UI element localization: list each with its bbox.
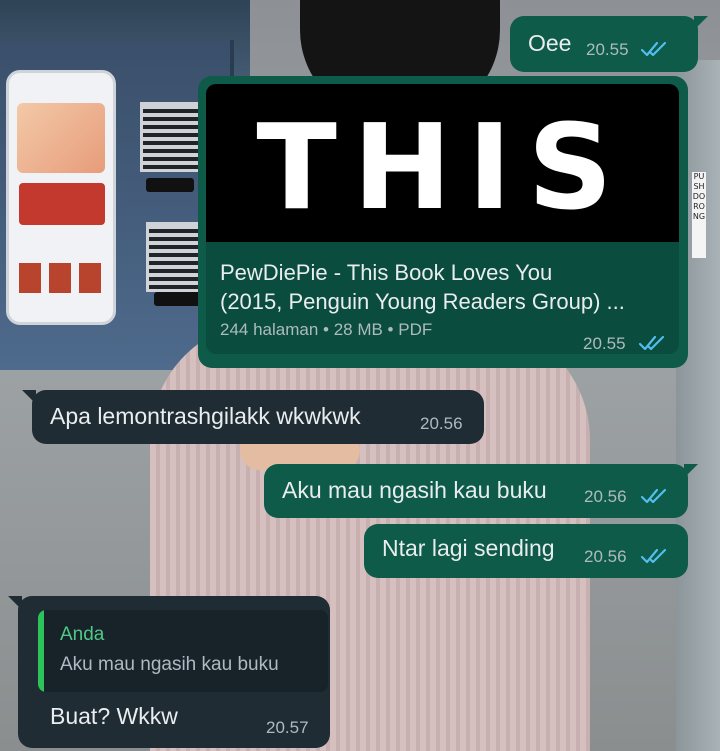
double-check-icon bbox=[640, 41, 667, 57]
message-time: 20.56 bbox=[420, 414, 463, 433]
document-meta: 244 halaman • 28 MB • PDF bbox=[220, 320, 433, 339]
message-text: Apa lemontrashgilakk wkwkwk bbox=[50, 403, 361, 429]
message-bubble-incoming[interactable]: Apa lemontrashgilakk wkwkwk 20.56 bbox=[22, 390, 484, 444]
document-thumbnail[interactable]: THIS BOOK bbox=[206, 84, 679, 242]
document-message-bubble[interactable]: THIS BOOK PewDiePie - This Book Loves Yo… bbox=[198, 76, 688, 368]
message-text: Aku mau ngasih kau buku bbox=[282, 477, 547, 503]
double-check-icon bbox=[638, 335, 665, 351]
message-bubble-incoming-reply[interactable]: Anda Aku mau ngasih kau buku Buat? Wkkw … bbox=[8, 596, 330, 748]
wallpaper-phone-graphic bbox=[6, 70, 116, 325]
thumbnail-title: THIS bbox=[256, 98, 629, 236]
message-text: Oee bbox=[528, 30, 572, 56]
document-title-line: (2015, Penguin Young Readers Group) ... bbox=[220, 289, 625, 314]
wallpaper-door-label: PUSH DORONG bbox=[692, 172, 706, 258]
quote-author: Anda bbox=[60, 624, 105, 645]
document-title: PewDiePie - This Book Loves You (2015, P… bbox=[220, 258, 670, 316]
message-time: 20.55 bbox=[583, 334, 626, 353]
message-bubble-outgoing[interactable]: Aku mau ngasih kau buku 20.56 bbox=[264, 464, 698, 518]
message-time: 20.56 bbox=[584, 487, 627, 506]
message-text: Ntar lagi sending bbox=[382, 535, 555, 561]
bubble-tail bbox=[694, 16, 708, 30]
wallpaper-phone-hero bbox=[17, 103, 105, 173]
quote-accent-bar bbox=[38, 610, 44, 692]
wallpaper-phone-banner bbox=[19, 183, 105, 225]
quoted-message[interactable]: Anda Aku mau ngasih kau buku bbox=[38, 610, 328, 692]
bubble-tail bbox=[22, 390, 36, 404]
quote-text: Aku mau ngasih kau buku bbox=[60, 654, 279, 675]
message-time: 20.57 bbox=[266, 718, 309, 737]
bubble-tail bbox=[684, 464, 698, 478]
message-bubble-outgoing[interactable]: Ntar lagi sending 20.56 bbox=[364, 524, 688, 578]
double-check-icon bbox=[640, 488, 667, 504]
bubble-tail bbox=[8, 596, 22, 610]
message-text: Buat? Wkkw bbox=[50, 703, 178, 729]
message-time: 20.55 bbox=[586, 40, 629, 59]
document-title-line: PewDiePie - This Book Loves You bbox=[220, 260, 553, 285]
message-time: 20.56 bbox=[584, 547, 627, 566]
thumbnail-title-cut: BOOK bbox=[206, 234, 679, 242]
double-check-icon bbox=[640, 548, 667, 564]
wallpaper-phone-row bbox=[19, 263, 105, 293]
message-bubble-outgoing[interactable]: Oee 20.55 bbox=[510, 16, 708, 72]
